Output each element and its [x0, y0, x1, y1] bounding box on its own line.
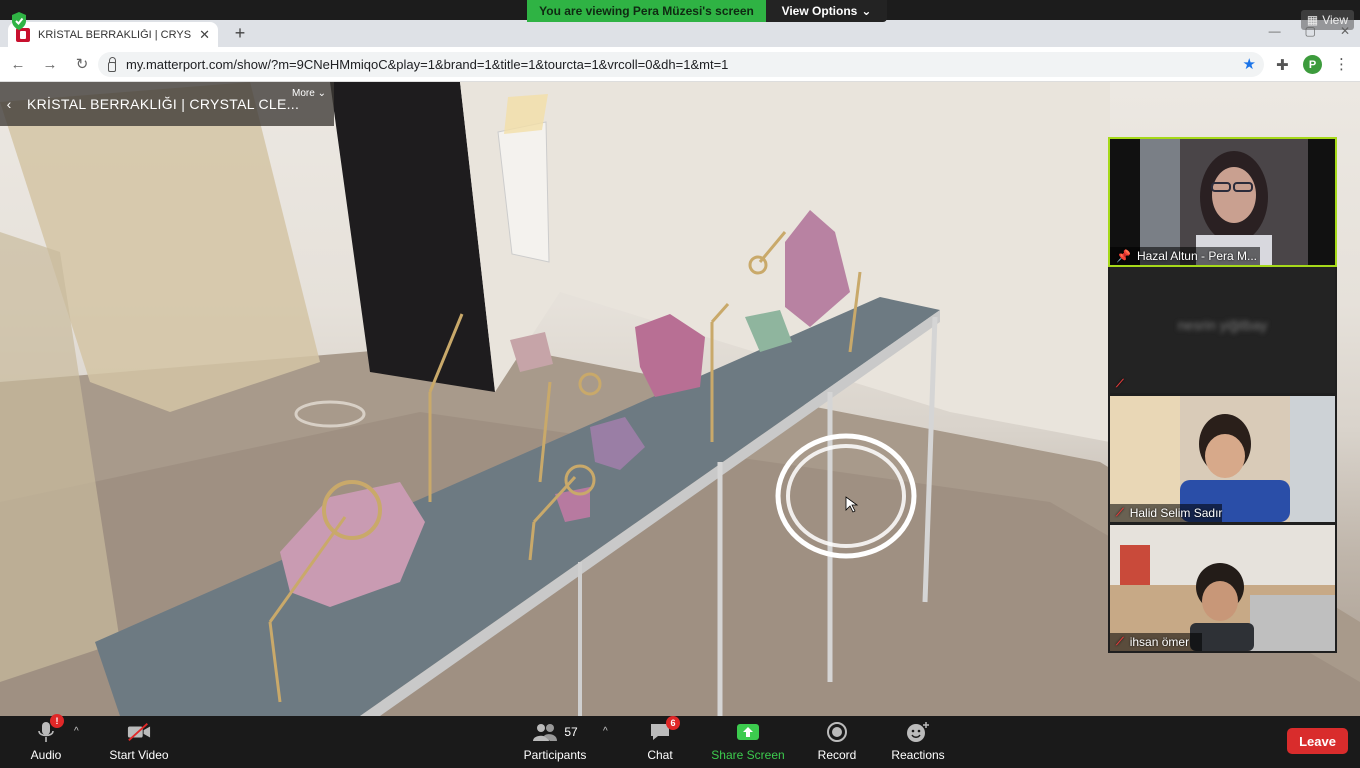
new-tab-button[interactable]: + — [230, 22, 250, 44]
chat-button[interactable]: 6 Chat — [635, 716, 685, 768]
audio-options-caret-icon[interactable]: ^ — [74, 726, 79, 737]
participant-name: Hazal Altun - Pera M... — [1136, 249, 1257, 263]
shield-icon — [12, 12, 26, 30]
reactions-label: Reactions — [891, 748, 945, 762]
view-label: View — [1322, 13, 1348, 27]
more-label: More — [292, 88, 315, 99]
browser-tab[interactable]: KRİSTAL BERRAKLIĞI | CRYSTAL C ✕ — [8, 22, 218, 47]
view-options-label: View Options — [781, 4, 858, 18]
tab-title: KRİSTAL BERRAKLIĞI | CRYSTAL C — [38, 28, 192, 41]
start-video-button[interactable]: Start Video — [104, 716, 174, 768]
tour-title-bar: ‹ KRİSTAL BERRAKLIĞI | CRYSTAL CLE... Mo… — [0, 82, 334, 126]
view-options-button[interactable]: View Options ⌄ — [766, 0, 887, 22]
participant-name: Halid Selim Sadır — [1129, 506, 1223, 520]
audio-button[interactable]: ! Audio — [22, 714, 70, 768]
emoji-smile-icon — [906, 720, 930, 744]
participant-tile[interactable]: 📌 Hazal Altun - Pera M... — [1108, 137, 1337, 267]
leave-button[interactable]: Leave — [1287, 728, 1348, 754]
close-icon[interactable]: ✕ — [199, 27, 210, 43]
participants-count: 57 — [564, 725, 578, 739]
participants-options-caret-icon[interactable]: ^ — [603, 726, 608, 737]
audio-warning-badge: ! — [50, 714, 64, 728]
forward-arrow-icon[interactable]: → — [36, 50, 64, 78]
bookmark-star-icon[interactable]: ★ — [1243, 55, 1256, 73]
participant-tile[interactable]: nesrin yiğitbay ⟋ — [1110, 267, 1335, 393]
participants-label: Participants — [523, 748, 587, 762]
mic-muted-icon: ⟋ — [1116, 635, 1124, 648]
extensions-puzzle-icon[interactable]: ✚ — [1276, 56, 1289, 74]
record-button[interactable]: Record — [812, 716, 862, 768]
video-off-icon — [127, 720, 151, 744]
address-bar[interactable]: my.matterport.com/show/?m=9CNeHMmiqoC&pl… — [98, 52, 1264, 77]
participant-name: ihsan ömer — [1129, 635, 1190, 649]
participant-tile[interactable]: ⟋ ihsan ömer — [1110, 525, 1335, 651]
mic-muted-icon: ⟋ — [1116, 378, 1124, 390]
grid-icon: ▦ — [1306, 13, 1319, 27]
record-icon — [825, 720, 849, 744]
chat-unread-badge: 6 — [666, 716, 680, 730]
tab-strip: KRİSTAL BERRAKLIĞI | CRYSTAL C ✕ + — ▢ ✕ — [0, 20, 1360, 47]
start-video-label: Start Video — [109, 748, 169, 762]
chevron-down-icon: ⌄ — [861, 4, 872, 18]
back-arrow-icon[interactable]: ← — [4, 50, 32, 78]
view-button[interactable]: ▦ View — [1300, 10, 1354, 30]
tour-title: KRİSTAL BERRAKLIĞI | CRYSTAL CLE... — [27, 96, 300, 112]
reactions-button[interactable]: Reactions — [888, 716, 948, 768]
participant-name-row: 📌 Hazal Altun - Pera M... — [1116, 249, 1257, 263]
participant-display-name: nesrin yiğitbay — [1177, 317, 1268, 333]
reload-icon[interactable]: ↻ — [68, 50, 96, 78]
participant-name-row: ⟋ ihsan ömer — [1116, 635, 1189, 649]
microphone-icon: ! — [34, 714, 64, 744]
mic-muted-icon: ⟋ — [1116, 506, 1124, 519]
profile-avatar[interactable]: P — [1303, 55, 1322, 74]
chevron-left-icon[interactable]: ‹ — [0, 96, 18, 112]
share-screen-icon — [736, 720, 760, 744]
record-label: Record — [817, 748, 857, 762]
more-button[interactable]: More ⌄ — [292, 88, 326, 99]
audio-label: Audio — [30, 748, 62, 762]
chat-label: Chat — [647, 748, 673, 762]
minimize-icon[interactable]: — — [1269, 24, 1281, 38]
participant-name-row: ⟋ Halid Selim Sadır — [1116, 506, 1222, 520]
share-screen-button[interactable]: Share Screen — [710, 716, 786, 768]
zoom-controls-bar: ! Audio ^ Start Video 57 Participants ^ … — [0, 714, 1360, 768]
participants-icon: 57 — [525, 720, 585, 744]
share-banner: You are viewing Pera Müzesi's screen — [527, 0, 766, 22]
lock-icon[interactable] — [108, 56, 116, 72]
share-screen-label: Share Screen — [711, 748, 785, 762]
kebab-menu-icon[interactable]: ⋮ — [1334, 55, 1349, 73]
url-text[interactable]: my.matterport.com/show/?m=9CNeHMmiqoC&pl… — [126, 57, 728, 72]
participants-gallery: 📌 Hazal Altun - Pera M... nesrin yiğitba… — [1108, 137, 1337, 653]
participants-button[interactable]: 57 Participants — [520, 716, 590, 768]
pin-icon: 📌 — [1116, 249, 1131, 263]
participant-name-row: ⟋ — [1116, 378, 1124, 391]
browser-toolbar: ← → ↻ my.matterport.com/show/?m=9CNeHMmi… — [0, 47, 1360, 82]
chat-bubble-icon: 6 — [648, 716, 680, 744]
participant-tile[interactable]: ⟋ Halid Selim Sadır — [1110, 396, 1335, 522]
